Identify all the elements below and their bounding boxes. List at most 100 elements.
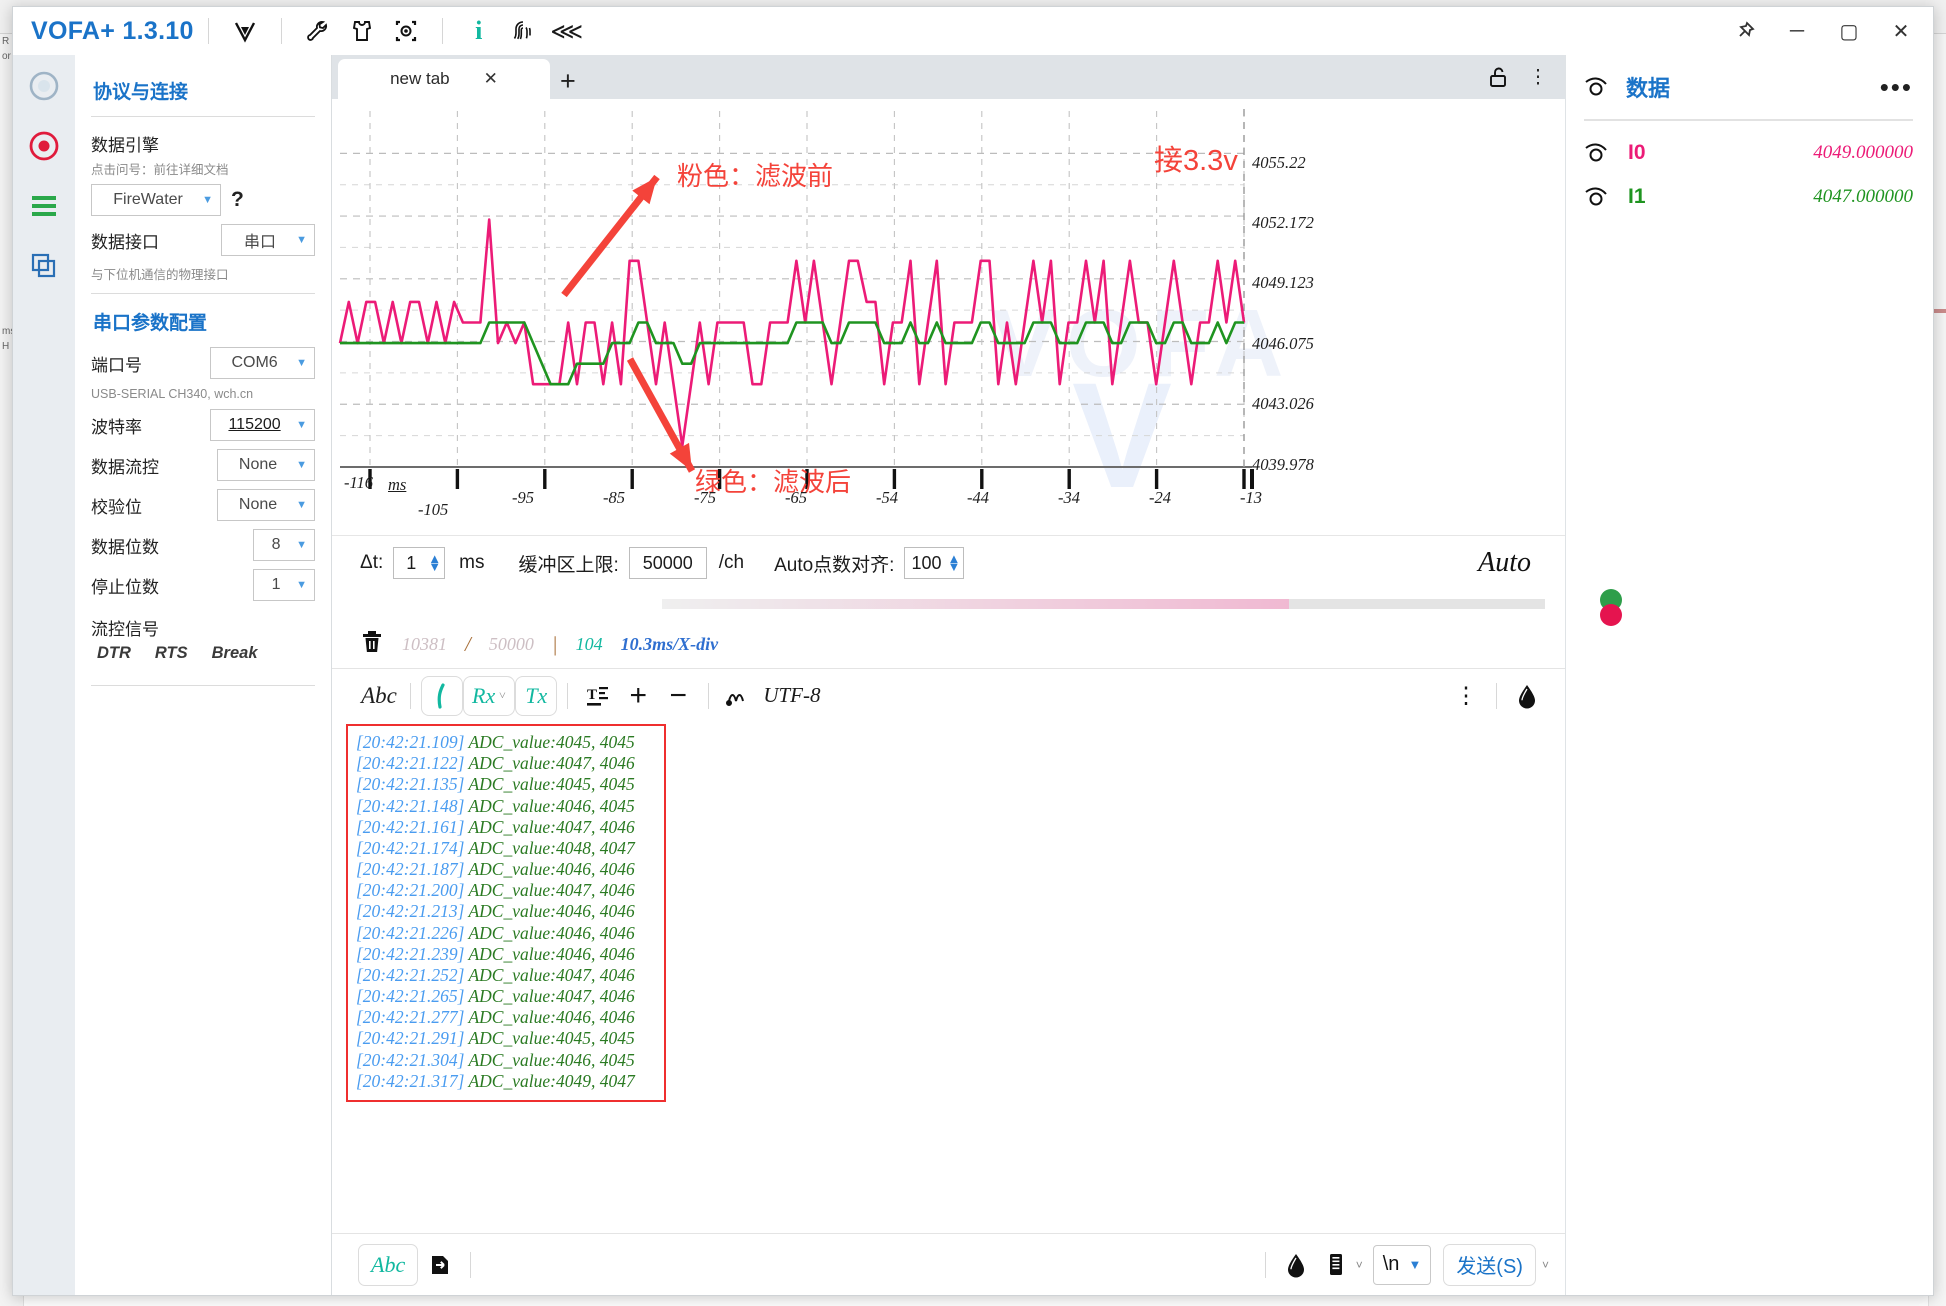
encoding-icon[interactable]: [719, 676, 759, 716]
align-value: 100: [911, 552, 942, 573]
pin-icon[interactable]: [1719, 9, 1771, 53]
send-button[interactable]: 发送(S): [1443, 1243, 1536, 1286]
channel-row-i1[interactable]: I1 4047.000000: [1584, 183, 1913, 211]
target-icon[interactable]: [384, 11, 428, 51]
slider-fill: [662, 599, 1289, 609]
trash-icon[interactable]: [360, 629, 384, 660]
export-icon[interactable]: [420, 1245, 460, 1285]
stepper-arrows-icon[interactable]: ▲ ▼: [428, 552, 444, 573]
flowsignal-label: 流控信号: [91, 620, 159, 639]
copy-stack-icon[interactable]: [23, 245, 65, 287]
log-timestamp: [20:42:21.304]: [356, 1049, 469, 1070]
log-line: [20:42:21.226] ADC_value:4046, 4046: [356, 923, 656, 944]
svg-text:T: T: [587, 687, 597, 703]
collapse-left-icon[interactable]: ⋘: [545, 11, 589, 51]
rx-button[interactable]: Rx ˅: [463, 675, 516, 716]
visibility-eye-icon[interactable]: [1584, 139, 1612, 167]
vofa-logo-icon[interactable]: [223, 11, 267, 51]
annotation-green: 绿色：滤波后: [695, 467, 852, 497]
log-message: ADC_value:4046, 4045: [468, 1049, 635, 1070]
shirt-icon[interactable]: [340, 11, 384, 51]
window-titlebar: VOFA+ 1.3.10 i ⋘ ─ ▢ ✕: [13, 7, 1933, 55]
tab-label: new tab: [390, 69, 450, 88]
record-circle-icon[interactable]: [23, 65, 65, 107]
tab-new-tab[interactable]: new tab ✕: [338, 59, 550, 99]
chevron-down-icon[interactable]: ˅: [1356, 1258, 1363, 1272]
stopbits-value: 1: [271, 576, 281, 593]
timeline-slider[interactable]: [332, 589, 1622, 626]
layers-menu-icon[interactable]: [23, 185, 65, 227]
data-panel-more-icon[interactable]: •••: [1880, 72, 1913, 103]
stepper-arrows-icon[interactable]: ▲ ▼: [948, 552, 964, 573]
parity-select[interactable]: None ▼: [217, 489, 315, 521]
tabstrip-actions: ⋮: [1481, 55, 1565, 99]
kebab-menu-icon[interactable]: ⋮: [1521, 60, 1555, 94]
text-align-icon[interactable]: T: [578, 676, 618, 716]
help-question-icon[interactable]: ?: [231, 188, 244, 212]
tab-close-icon[interactable]: ✕: [484, 69, 498, 89]
stopbits-label: 停止位数: [91, 577, 159, 597]
increase-button[interactable]: +: [618, 676, 658, 716]
newline-select[interactable]: \n ▼: [1372, 1244, 1432, 1285]
log-line: [20:42:21.304] ADC_value:4046, 4045: [356, 1050, 656, 1071]
align-stepper[interactable]: 100 ▲ ▼: [904, 547, 965, 579]
channel-row-i0[interactable]: I0 4049.000000: [1584, 139, 1913, 167]
close-icon[interactable]: ✕: [1875, 9, 1927, 53]
wave-icon[interactable]: [421, 675, 463, 716]
record-dot-icon[interactable]: [23, 125, 65, 167]
eraser-icon[interactable]: [1507, 676, 1547, 716]
info-icon[interactable]: i: [457, 11, 501, 51]
data-engine-select[interactable]: FireWater ▼: [91, 184, 221, 216]
log-message: ADC_value:4048, 4047: [468, 837, 635, 858]
tx-button[interactable]: Tx: [515, 675, 558, 716]
stopbits-row: 停止位数 1 ▼: [91, 569, 315, 601]
log-output-area[interactable]: [20:42:21.109] ADC_value:4045, 4045 [20:4…: [332, 722, 1565, 1233]
divider: [1584, 119, 1913, 121]
dt-stepper[interactable]: 1 ▲ ▼: [393, 547, 446, 579]
log-message: ADC_value:4046, 4045: [468, 795, 635, 816]
maximize-icon[interactable]: ▢: [1823, 9, 1875, 53]
fingerprint-icon[interactable]: [501, 11, 545, 51]
unlock-icon[interactable]: [1481, 60, 1515, 94]
add-tab-button[interactable]: +: [550, 68, 588, 99]
channel-name-i1: I1: [1628, 185, 1646, 208]
break-button[interactable]: Break: [212, 644, 258, 663]
eraser-icon[interactable]: [1276, 1245, 1316, 1285]
log-timestamp: [20:42:21.135]: [356, 774, 469, 795]
tab-strip: new tab ✕ + ⋮: [332, 55, 1565, 99]
annotation-pink: 粉色：滤波前: [677, 161, 834, 191]
stopbits-select[interactable]: 1 ▼: [253, 569, 315, 601]
data-panel-title: 数据: [1626, 76, 1671, 101]
chevron-down-icon[interactable]: ˅: [1542, 1258, 1549, 1272]
visibility-eye-icon[interactable]: [1584, 73, 1612, 101]
baud-select[interactable]: 115200 ▼: [210, 409, 315, 441]
flowctl-select[interactable]: None ▼: [217, 449, 315, 481]
encoding-label[interactable]: UTF-8: [763, 683, 820, 708]
slider-track[interactable]: [662, 599, 1545, 609]
send-format-button[interactable]: Abc: [358, 1243, 419, 1286]
buffer-unit: /ch: [718, 552, 745, 573]
visibility-eye-icon[interactable]: [1584, 183, 1612, 211]
wrench-icon[interactable]: [296, 11, 340, 51]
databits-select[interactable]: 8 ▼: [253, 529, 315, 561]
plot-area[interactable]: V VOFA 粉色：滤波前 绿色：滤波后 接3.3v 4055.22 4052.…: [332, 99, 1565, 536]
buffer-input[interactable]: 50000: [628, 547, 707, 579]
port-select[interactable]: COM6 ▼: [210, 347, 315, 379]
log-timestamp: [20:42:21.277]: [356, 1007, 469, 1028]
dtr-button[interactable]: DTR: [97, 644, 131, 663]
minimize-icon[interactable]: ─: [1771, 9, 1823, 53]
rts-button[interactable]: RTS: [155, 644, 188, 663]
send-input[interactable]: [481, 1242, 1255, 1287]
log-message: ADC_value:4047, 4046: [468, 816, 635, 837]
log-timestamp: [20:42:21.200]: [356, 880, 469, 901]
auto-mode-label[interactable]: Auto: [1478, 547, 1531, 579]
history-icon[interactable]: [1316, 1245, 1356, 1285]
abc-format-button[interactable]: Abc: [358, 676, 400, 716]
kebab-menu-icon[interactable]: ⋮: [1446, 676, 1486, 716]
x-tick-10: -13: [1240, 488, 1262, 507]
log-line: [20:42:21.148] ADC_value:4046, 4045: [356, 796, 656, 817]
data-interface-select[interactable]: 串口 ▼: [221, 224, 315, 256]
annotation-arrow: [626, 357, 696, 473]
decrease-button[interactable]: −: [658, 676, 698, 716]
slider-knob-pink[interactable]: [1600, 604, 1622, 626]
